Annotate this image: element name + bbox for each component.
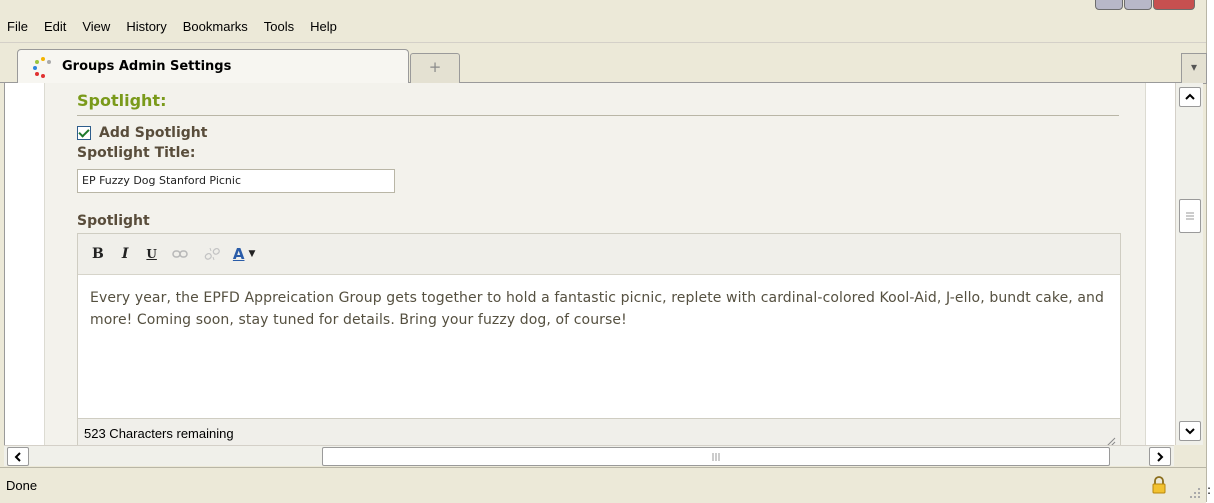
minimize-button[interactable] [1095, 0, 1123, 10]
section-title: Spotlight: [77, 91, 167, 110]
status-bar: Done [0, 467, 1206, 503]
loading-spinner-icon [32, 56, 54, 78]
add-spotlight-checkbox[interactable] [77, 126, 91, 140]
scroll-left-button[interactable] [7, 447, 29, 466]
characters-remaining: 523 Characters remaining [84, 426, 234, 441]
chevron-left-icon [14, 451, 21, 462]
section-divider [77, 115, 1119, 116]
editor-toolbar: B I U A ▼ [78, 234, 1120, 275]
horizontal-scrollbar[interactable] [4, 445, 1174, 466]
vertical-scrollbar[interactable] [1175, 83, 1203, 445]
spotlight-label: Spotlight [77, 213, 150, 229]
tab-title: Groups Admin Settings [62, 59, 232, 74]
add-spotlight-row: Add Spotlight [77, 125, 207, 141]
tab-list-button[interactable]: ▾ [1181, 53, 1207, 84]
menu-tools[interactable]: Tools [264, 19, 294, 34]
grip-lines-icon [1186, 212, 1194, 220]
spotlight-title-label: Spotlight Title: [77, 145, 196, 161]
font-color-icon: A [232, 245, 245, 263]
menu-help[interactable]: Help [310, 19, 337, 34]
add-spotlight-label: Add Spotlight [99, 125, 208, 141]
content-pane: Spotlight: Add Spotlight Spotlight Title… [44, 83, 1146, 445]
unlink-icon[interactable] [203, 246, 221, 262]
resize-grip-icon[interactable] [1104, 435, 1116, 445]
chevron-down-icon: ▾ [1190, 60, 1198, 74]
title-bar [0, 0, 1206, 10]
lock-icon[interactable] [1150, 476, 1168, 494]
close-window-button[interactable] [1153, 0, 1195, 10]
menu-file[interactable]: File [7, 19, 28, 34]
menu-view[interactable]: View [82, 19, 110, 34]
maximize-button[interactable] [1124, 0, 1152, 10]
spotlight-title-input[interactable]: EP Fuzzy Dog Stanford Picnic [77, 169, 395, 193]
font-color-button[interactable]: A ▼ [233, 245, 256, 263]
plus-icon: + [428, 58, 442, 76]
menu-edit[interactable]: Edit [44, 19, 66, 34]
tab-groups-admin-settings[interactable]: Groups Admin Settings [17, 49, 409, 83]
link-icon[interactable] [171, 246, 189, 262]
tab-strip: Groups Admin Settings + ▾ [0, 43, 1207, 84]
rich-text-editor: B I U A ▼ Every year, the EPFD Appreicat… [77, 233, 1121, 445]
grip-lines-icon [712, 452, 720, 461]
new-tab-button[interactable]: + [410, 53, 460, 83]
resize-grip-icon[interactable] [1188, 486, 1202, 500]
menu-bookmarks[interactable]: Bookmarks [183, 19, 248, 34]
caret-down-icon: ▼ [248, 249, 256, 259]
italic-button[interactable]: I [122, 246, 129, 262]
page-viewport: Spotlight: Add Spotlight Spotlight Title… [4, 83, 1175, 445]
status-text: Done [6, 478, 38, 493]
chevron-up-icon [1185, 93, 1195, 100]
horizontal-scroll-thumb[interactable] [322, 447, 1110, 466]
scroll-down-button[interactable] [1179, 421, 1201, 441]
browser-window: File Edit View History Bookmarks Tools H… [0, 0, 1207, 503]
editor-body[interactable]: Every year, the EPFD Appreication Group … [78, 275, 1132, 417]
scroll-right-button[interactable] [1149, 447, 1171, 466]
menu-bar: File Edit View History Bookmarks Tools H… [0, 10, 1206, 43]
underline-button[interactable]: U [146, 247, 156, 261]
menu-history[interactable]: History [126, 19, 166, 34]
chevron-right-icon [1157, 451, 1164, 462]
vertical-scroll-thumb[interactable] [1179, 199, 1201, 233]
edge-glyph: : [1207, 483, 1212, 497]
chevron-down-icon [1185, 428, 1195, 435]
scroll-up-button[interactable] [1179, 87, 1201, 107]
editor-footer: 523 Characters remaining [78, 418, 1120, 445]
scrollbar-corner [1175, 445, 1202, 465]
bold-button[interactable]: B [92, 246, 104, 262]
